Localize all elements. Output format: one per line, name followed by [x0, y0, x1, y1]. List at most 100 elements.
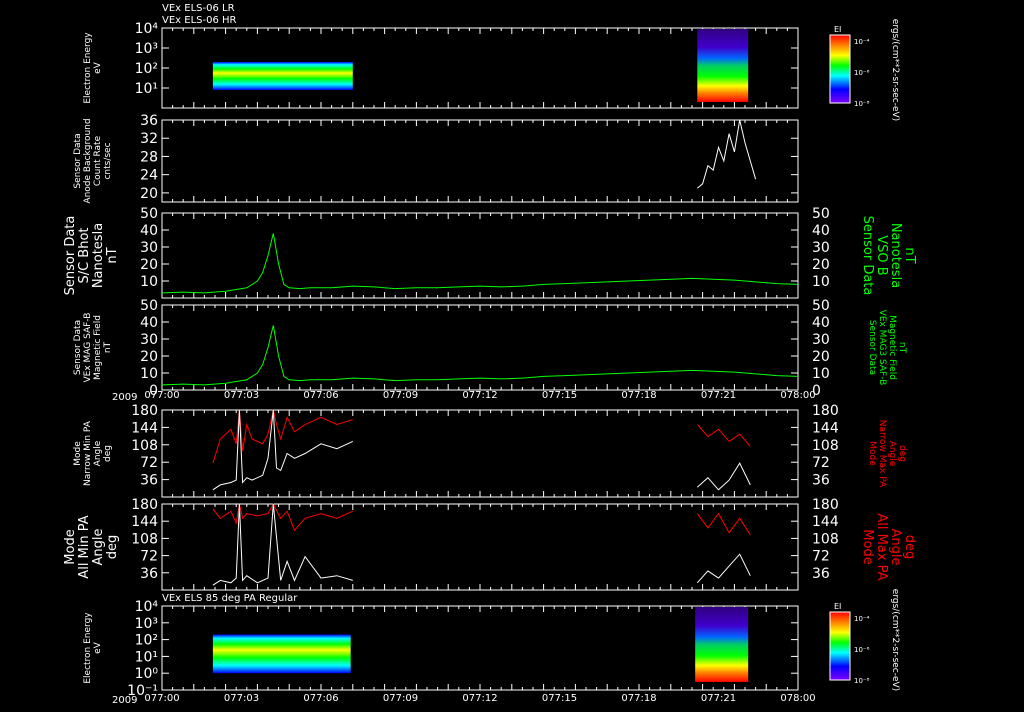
y-tick-label-right: 30: [812, 332, 830, 348]
y-axis-label-right: Mode: [867, 441, 877, 466]
x-tick-label: 078:00: [780, 693, 815, 704]
y-tick-label: 36: [140, 473, 158, 489]
colorbar-unit: ergs/(cm**2-sr-sec-eV): [890, 19, 900, 121]
y-tick-label: 10: [140, 274, 158, 290]
y-axis-label: nT: [105, 247, 120, 263]
y-tick-label: 72: [140, 455, 158, 471]
y-tick-label-right: 36: [812, 473, 830, 489]
y-tick-label: 24: [140, 168, 158, 184]
colorbar-label: 10⁻⁶: [854, 69, 870, 77]
y-tick-label: 28: [140, 149, 158, 165]
x-tick-label: 077:09: [383, 390, 418, 401]
panel-7: 10⁴10³10²10¹10⁰10⁻¹Electron Energy eV: [83, 599, 799, 699]
y-tick-label: 32: [140, 131, 158, 147]
y-axis-label: Electron Energy: [83, 612, 93, 684]
y-axis-label-right: Magnetic Field: [887, 315, 897, 380]
y-tick-label: 108: [131, 438, 158, 454]
y-axis-label: Nanotesla: [91, 223, 106, 288]
y-tick-label-right: 36: [812, 566, 830, 582]
y-axis-label: Count Rate: [93, 135, 103, 186]
y-axis-label-right: deg: [897, 445, 907, 462]
x-tick-label: 077:03: [224, 693, 259, 704]
y-axis-label: Sensor Data: [73, 320, 83, 375]
x-tick-label: 077:06: [303, 693, 338, 704]
colorbar: [829, 611, 851, 681]
y-axis-label-right: Mode: [860, 529, 875, 564]
y-tick-label: 108: [131, 531, 158, 547]
y-axis-label: Angle: [91, 529, 106, 566]
y-axis-label: Mode: [73, 441, 83, 466]
y-tick-label: 10²: [135, 633, 158, 649]
y-tick-label-right: 30: [812, 240, 830, 256]
y-tick-label: 50: [140, 298, 158, 314]
y-axis-label-right: Narrow Max PA: [877, 420, 887, 488]
y-tick-label: 180: [131, 497, 158, 513]
colorbar-title: EI: [834, 25, 841, 34]
x-tick-label: 078:00: [780, 390, 815, 401]
y-tick-label-right: 144: [812, 514, 839, 530]
series-line: [161, 233, 799, 294]
series-line: [696, 424, 751, 447]
series-line: [212, 409, 353, 464]
series-line: [212, 502, 354, 532]
y-axis-label: VEx MAG SAF-B: [83, 313, 93, 383]
y-axis-label: Sensor Data: [63, 216, 78, 296]
y-tick-label: 10²: [135, 61, 158, 77]
y-tick-label: 36: [140, 566, 158, 582]
y-tick-label: 40: [140, 223, 158, 239]
y-tick-label: 20: [140, 257, 158, 273]
y-tick-label: 20: [140, 186, 158, 202]
y-tick-label: 40: [140, 315, 158, 331]
y-axis-label-right: Angle: [887, 441, 897, 467]
y-axis-label: Narrow Min PA: [83, 420, 93, 486]
year-label-top: 2009: [112, 392, 137, 403]
colorbar-label: 10⁻⁶: [854, 646, 870, 654]
y-tick-label: 50: [140, 206, 158, 222]
y-axis-label-right: All Max PA: [874, 513, 889, 580]
y-tick-label: 10⁰: [135, 666, 159, 682]
y-axis-label: Mode: [63, 529, 78, 564]
y-axis-label: eV: [93, 641, 103, 654]
y-axis-label-right: nT: [897, 342, 907, 354]
y-tick-label: 10³: [135, 41, 158, 57]
y-axis-label: Sensor Data: [73, 133, 83, 188]
y-tick-label-right: 20: [812, 349, 830, 365]
panel-4: 50 5040 4030 3020 2010 100 0Sensor Data VEx MAG…: [73, 298, 907, 399]
series-line: [696, 119, 757, 189]
x-tick-label: 077:12: [462, 390, 497, 401]
y-tick-label-right: 108: [812, 531, 839, 547]
y-tick-label-right: 10: [812, 274, 830, 290]
colorbar-label: 10⁻⁴: [854, 615, 870, 623]
colorbar-unit: ergs/(cm**2-sr-sec-eV): [890, 589, 900, 691]
y-tick-label: 10³: [135, 616, 158, 632]
y-axis-label: eV: [93, 61, 103, 74]
x-tick-label: 077:15: [542, 693, 577, 704]
panel-frame: [161, 119, 799, 203]
series-line: [696, 512, 751, 536]
x-tick-label: 077:21: [701, 693, 736, 704]
y-tick-label-right: 40: [812, 223, 830, 239]
y-tick-label: 20: [140, 349, 158, 365]
x-tick-label: 077:15: [542, 390, 577, 401]
panel-frame: [161, 304, 799, 391]
y-tick-label-right: 144: [812, 420, 839, 436]
panel-2: 36 32 28 24 20 Sensor Data Anode Background Cou…: [73, 113, 799, 204]
y-axis-label: nT: [103, 341, 113, 353]
y-axis-label-right: Sensor Data: [860, 216, 875, 296]
x-tick-label: 077:00: [144, 693, 179, 704]
y-axis-label: All Min PA: [77, 515, 92, 578]
x-tick-label: 077:18: [621, 390, 656, 401]
y-axis-label: deg: [103, 445, 113, 462]
panel-3: 50 5040 4030 3020 2010 10Sensor Data S/C Bhot N…: [63, 206, 917, 299]
y-tick-label-right: 20: [812, 257, 830, 273]
colorbar-label: 10⁻⁸: [854, 100, 870, 108]
spectrogram-block: [212, 634, 351, 674]
panel7-title: VEx ELS 85 deg PA Regular: [162, 593, 298, 604]
x-tick-label: 077:03: [224, 390, 259, 401]
header-line1: VEx ELS-06 LR: [162, 3, 235, 14]
y-tick-label-right: 180: [812, 403, 839, 419]
y-axis-label: Electron Energy: [83, 32, 93, 104]
y-axis-label: Angle: [93, 440, 103, 466]
y-axis-label: S/C Bhot: [77, 227, 92, 283]
x-tick-label: 077:00: [144, 390, 179, 401]
